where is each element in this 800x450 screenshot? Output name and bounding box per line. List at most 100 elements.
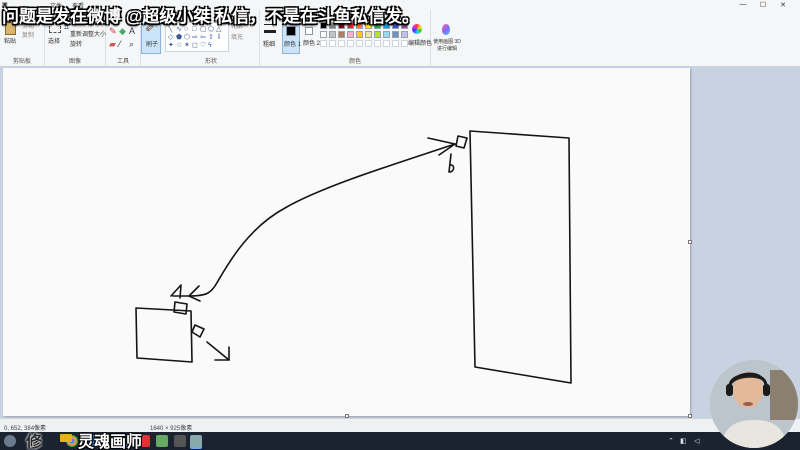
curved-arrow-head-left [188,285,201,302]
size-label: 粗细 [263,42,276,48]
arrow-left-shape-icon[interactable]: ⇦ [200,34,206,41]
star6-shape-icon[interactable]: ✶ [184,42,190,49]
paint3d-label: 使用画图 3D 进行编辑 [433,39,461,52]
lightning-shape-icon[interactable]: ϟ [208,42,212,49]
app-icon-5[interactable] [156,435,168,447]
fill-icon[interactable]: ◆ [119,27,126,36]
text-icon[interactable]: A [129,27,135,36]
drawing-canvas[interactable] [3,68,692,418]
app-icon-6[interactable] [174,435,186,447]
palette-empty-swatch[interactable] [320,40,327,47]
palette-swatch[interactable] [329,31,336,38]
fill-button[interactable]: 填充 [231,35,243,42]
network-icon[interactable]: ◧ [680,437,687,445]
streamer-tag-prefix: 修 [26,434,43,450]
rectangle-shape-icon[interactable]: □ [192,26,196,33]
palette-empty-swatch[interactable] [356,40,363,47]
small-square-top-sketch [455,135,468,149]
tall-rectangle-sketch [469,130,572,384]
palette-swatch[interactable] [320,31,327,38]
brush-label: 刷子 [146,42,159,48]
copy-button[interactable]: 复制 [22,33,34,40]
arrow-up-shape-icon[interactable]: ⇧ [208,34,214,41]
palette-empty-swatch[interactable] [347,40,354,47]
palette-empty-swatch[interactable] [329,40,336,47]
eraser-icon[interactable]: ▰ [109,40,116,49]
rounded-rect-shape-icon[interactable]: ▢ [200,26,207,33]
curved-arrow-line [188,143,456,297]
color2-swatch [305,27,313,35]
rotate-button[interactable]: 旋转 [70,42,82,49]
pentagon-shape-icon[interactable]: ⬟ [176,34,182,41]
palette-swatch[interactable] [338,31,345,38]
pencil-icon[interactable]: ✎ [109,27,117,36]
image-group-label: 图像 [68,59,81,65]
palette-empty-swatch[interactable] [392,40,399,47]
tools-group-label: 工具 [116,59,129,65]
tray-chevron-icon[interactable]: ⌃ [668,437,674,445]
callout-shape-icon[interactable]: ◻ [192,42,198,49]
color2-label: 颜色 2 [303,41,321,47]
palette-empty-swatch[interactable] [374,40,381,47]
palette-empty-swatch[interactable] [401,40,408,47]
hexagon-shape-icon[interactable]: ⬡ [184,34,190,41]
palette-empty-swatch[interactable] [383,40,390,47]
canvas-workspace [0,66,800,418]
palette-empty-swatch[interactable] [338,40,345,47]
oval-shape-icon[interactable]: ○ [184,26,188,33]
resize-button[interactable]: 重新调整大小 [70,32,106,39]
edit-colors-label: 编辑颜色 [408,41,433,47]
paint-window: ▣ 文件 查看 — ☐ ✕ 粘贴 剪切 复制 剪贴板 选择 ⌗ 重新调整大小 旋 [0,0,800,450]
diagonal-arrow-line [206,341,230,361]
diamond-shape-icon[interactable]: ◇ [168,34,173,41]
color-picker-icon[interactable]: ⁄ [119,40,121,49]
color1-swatch [286,26,296,36]
canvas-size: 1640 × 925像素 [150,426,193,432]
start-icon[interactable] [4,435,16,447]
webcam-overlay [710,360,798,448]
streamer-tag-name: 灵魂画师 [78,434,143,450]
gold-badge-icon [60,434,72,442]
palette-swatch[interactable] [365,31,372,38]
palette-swatch[interactable] [356,31,363,38]
arrow-right-shape-icon[interactable]: ⇨ [192,34,198,41]
colors-group-label: 颜色 [348,59,361,65]
streamer-tag: 修 灵魂画师 [26,428,142,450]
palette-swatch[interactable] [392,31,399,38]
clipboard-group-label: 剪贴板 [12,59,31,65]
maximize-button[interactable]: ☐ [756,1,770,9]
palette-empty-swatch[interactable] [365,40,372,47]
stream-banner: 问题是发在微博 @超级小桀 私信，不是在斗鱼私信发。 [2,7,420,26]
palette-swatch[interactable] [374,31,381,38]
star5-shape-icon[interactable]: ☆ [176,42,182,49]
paint3d-icon [442,24,450,35]
palette-swatch[interactable] [383,31,390,38]
triangle-shape-icon[interactable]: △ [216,26,221,33]
canvas-drawing [135,130,572,384]
paint3d-button[interactable]: 使用画图 3D 进行编辑 [432,22,462,56]
paste-label: 粘贴 [4,39,17,45]
webcam-figure [710,360,798,448]
select-label: 选择 [48,39,61,45]
palette-swatch[interactable] [347,31,354,38]
heart-shape-icon[interactable]: ♡ [200,42,206,49]
star4-shape-icon[interactable]: ✦ [168,42,174,49]
left-box-tab-sketch [173,301,188,315]
magnifier-icon[interactable]: ⌕ [129,40,134,49]
resize-handle-right[interactable] [688,240,692,244]
left-box-sketch [135,307,193,363]
shapes-group-label: 形状 [204,59,217,65]
line-shape-icon[interactable]: ╲ [168,26,172,33]
close-button[interactable]: ✕ [776,1,790,9]
curve-shape-icon[interactable]: ∿ [176,26,182,33]
paint-taskbar-icon[interactable] [190,435,202,449]
minimize-button[interactable]: — [736,1,750,8]
color1-label: 颜色 1 [284,42,302,48]
polygon-shape-icon[interactable]: ⬠ [208,26,214,33]
arrow-down-shape-icon[interactable]: ⇩ [216,34,222,41]
left-box-small-square-sketch [191,324,205,338]
palette-swatch[interactable] [401,31,408,38]
volume-icon[interactable]: ◁ [694,437,699,445]
small-figure-left-sketch [170,284,189,299]
small-figure-top-sketch [448,153,455,173]
